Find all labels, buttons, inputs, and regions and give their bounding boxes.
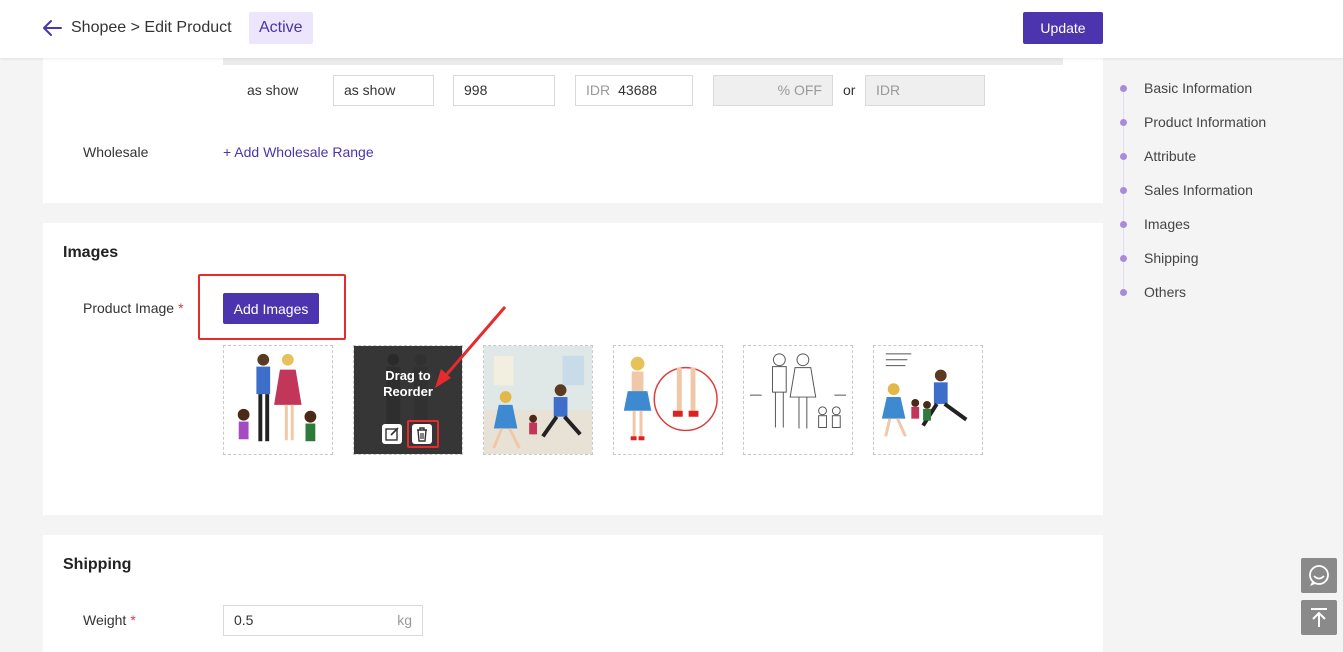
doll-shoes-image: [623, 356, 718, 441]
breadcrumb: Shopee > Edit Product: [71, 19, 232, 36]
sales-information-card: as show as show 998 IDR 43688 % OFF or ID…: [43, 58, 1103, 203]
nav-dot: [1120, 85, 1127, 92]
add-wholesale-range-link[interactable]: + Add Wholesale Range: [223, 144, 374, 160]
product-image-thumb-3[interactable]: [483, 345, 593, 455]
price-value: 43688: [618, 82, 658, 98]
table-header-strip: [223, 58, 1063, 65]
price-input[interactable]: IDR 43688: [575, 75, 693, 106]
add-images-button[interactable]: Add Images: [223, 293, 319, 324]
weight-value: 0.5: [234, 612, 254, 628]
discount-price-input: IDR: [865, 75, 985, 106]
delete-highlight: [407, 420, 439, 448]
nav-item-others[interactable]: Others: [1120, 282, 1320, 316]
images-section-title: Images: [63, 244, 119, 261]
chat-icon: [1309, 565, 1329, 586]
nav-item-product-information[interactable]: Product Information: [1120, 112, 1320, 146]
nav-dot: [1120, 153, 1127, 160]
back-to-top-icon: [1311, 608, 1327, 627]
nav-item-attribute[interactable]: Attribute: [1120, 146, 1320, 180]
back-to-top-button[interactable]: [1301, 600, 1337, 635]
status-badge: Active: [249, 12, 313, 44]
update-button[interactable]: Update: [1023, 12, 1103, 44]
edit-image-button[interactable]: [382, 424, 402, 444]
stock-input[interactable]: 998: [453, 75, 555, 106]
product-image-thumb-5[interactable]: [743, 345, 853, 455]
doll-family-sitting-image: [881, 353, 968, 437]
edit-icon: [385, 427, 399, 441]
nav-dot: [1120, 255, 1127, 262]
nav-item-sales-information[interactable]: Sales Information: [1120, 180, 1320, 214]
weight-input[interactable]: 0.5 kg: [223, 605, 423, 636]
price-prefix: IDR: [586, 82, 611, 98]
nav-dot: [1120, 119, 1127, 126]
nav-dot: [1120, 187, 1127, 194]
section-nav: Basic Information Product Information At…: [1120, 78, 1320, 316]
doll-family-image: [237, 353, 317, 442]
discount-percent-input: % OFF: [713, 75, 833, 106]
product-image-label: Product Image *: [83, 300, 184, 316]
shipping-card: Shipping Weight * 0.5 kg: [43, 535, 1103, 652]
chat-button[interactable]: [1301, 558, 1337, 593]
images-card: Images Product Image * Add Images Drag to…: [43, 223, 1103, 515]
nav-item-shipping[interactable]: Shipping: [1120, 248, 1320, 282]
product-image-thumb-4[interactable]: [613, 345, 723, 455]
variation-value-input[interactable]: as show: [333, 75, 434, 106]
variation-name-cell: as show: [247, 82, 299, 98]
shipping-section-title: Shipping: [63, 556, 132, 573]
top-bar: Shopee > Edit Product Active Update: [0, 0, 1343, 58]
drag-to-reorder-text: Drag to Reorder: [383, 368, 433, 399]
nav-dot: [1120, 221, 1127, 228]
product-image-thumb-1[interactable]: [223, 345, 333, 455]
weight-label: Weight *: [83, 612, 136, 628]
back-arrow-icon[interactable]: [40, 17, 64, 39]
doll-sketch-image: [749, 353, 847, 429]
product-image-thumb-2[interactable]: Drag to Reorder: [353, 345, 463, 455]
or-text: or: [843, 82, 856, 98]
nav-item-basic-information[interactable]: Basic Information: [1120, 78, 1320, 112]
doll-room-image: [484, 346, 592, 454]
nav-dot: [1120, 289, 1127, 296]
nav-item-images[interactable]: Images: [1120, 214, 1320, 248]
weight-unit: kg: [397, 612, 412, 628]
product-image-thumb-6[interactable]: [873, 345, 983, 455]
wholesale-label: Wholesale: [83, 144, 149, 160]
